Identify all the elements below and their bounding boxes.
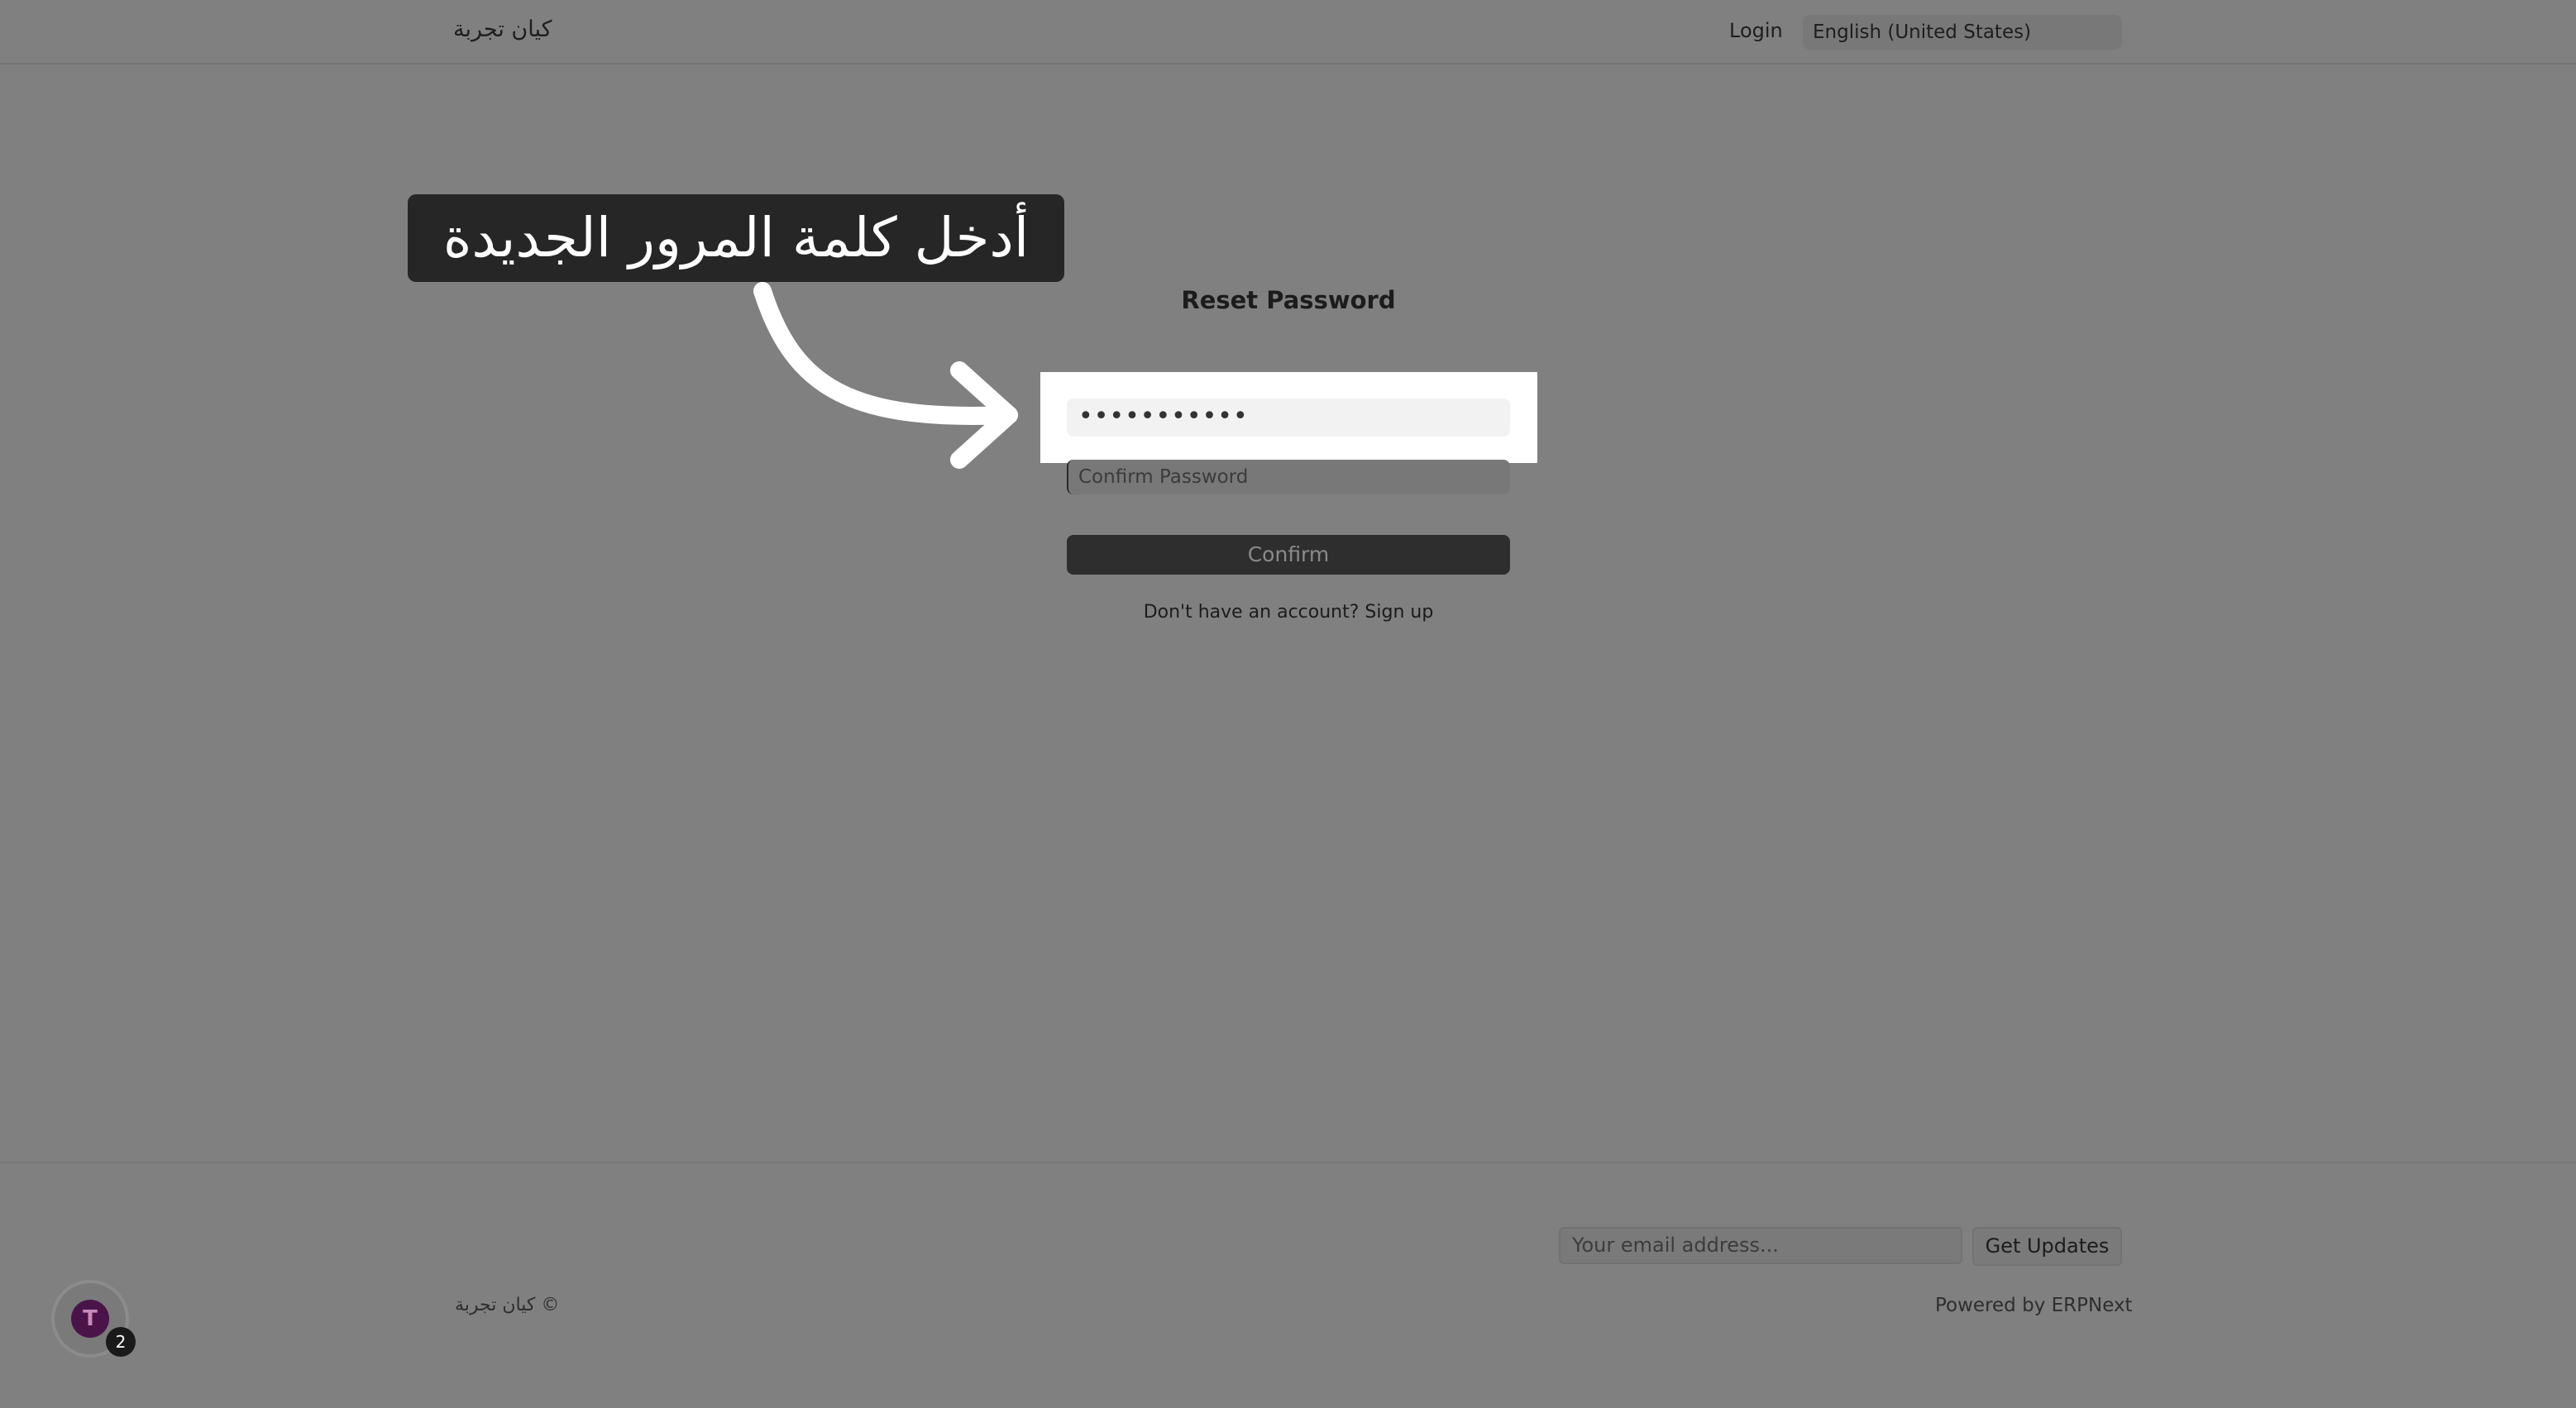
signup-link[interactable]: Sign up bbox=[1364, 602, 1433, 623]
powered-by-link[interactable]: Powered by ERPNext bbox=[1935, 1295, 2133, 1316]
instruction-callout: أدخل كلمة المرور الجديدة bbox=[408, 194, 1064, 282]
copyright-text: كيان تجربة © bbox=[455, 1295, 560, 1315]
no-account-text: Don't have an account? bbox=[1143, 602, 1360, 623]
language-select[interactable]: English (United States) bbox=[1803, 15, 2122, 50]
newsletter-email-input[interactable]: Your email address... bbox=[1559, 1227, 1962, 1264]
notification-badge: 2 bbox=[106, 1327, 136, 1357]
signup-line: Don't have an account? Sign up bbox=[1067, 602, 1510, 623]
new-password-input[interactable]: ••••••••••• bbox=[1067, 399, 1510, 437]
brand-name[interactable]: كيان تجربة bbox=[453, 17, 552, 42]
login-link[interactable]: Login bbox=[1729, 19, 1783, 42]
navbar: كيان تجربة Login English (United States) bbox=[0, 0, 2576, 64]
avatar-initial: T bbox=[71, 1300, 109, 1338]
confirm-button[interactable]: Confirm bbox=[1067, 535, 1510, 575]
page-title: Reset Password bbox=[1181, 286, 1396, 314]
get-updates-button[interactable]: Get Updates bbox=[1972, 1227, 2122, 1266]
arrow-icon bbox=[753, 282, 1018, 469]
footer bbox=[0, 1162, 2576, 1408]
confirm-password-input[interactable]: Confirm Password bbox=[1067, 460, 1510, 494]
